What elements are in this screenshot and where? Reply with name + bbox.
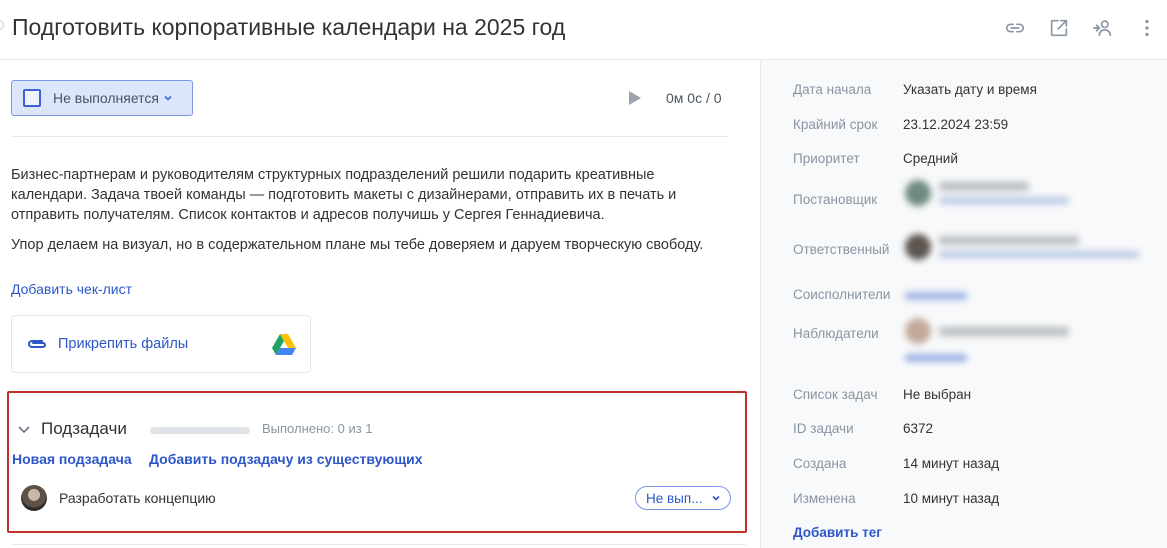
redacted-position — [939, 197, 1069, 204]
avatar — [21, 485, 47, 511]
deadline-label: Крайний срок — [793, 117, 878, 132]
coexecutors-label: Соисполнители — [793, 287, 891, 302]
subtask-name[interactable]: Разработать концепцию — [59, 490, 216, 506]
attach-files-box: Прикрепить файлы — [11, 315, 311, 373]
chevron-down-icon[interactable] — [17, 422, 31, 436]
task-id-value: 6372 — [903, 421, 934, 436]
more-vertical-icon[interactable] — [1135, 16, 1159, 40]
subtask-status-dropdown[interactable]: Не вып... — [635, 486, 731, 510]
task-list-label: Список задач — [793, 387, 878, 402]
created-label: Создана — [793, 456, 847, 471]
divider — [11, 544, 746, 545]
header-actions — [983, 16, 1159, 40]
creator-label: Постановщик — [793, 192, 878, 207]
task-details-sidebar: Дата начала Указать дату и время Крайний… — [760, 60, 1167, 548]
description-paragraph: Бизнес-партнерам и руководителям структу… — [11, 167, 677, 223]
status-checkbox-icon — [23, 89, 41, 107]
avatar — [905, 180, 931, 206]
subtasks-header: Подзадачи — [17, 419, 127, 439]
modified-value: 10 минут назад — [903, 491, 1000, 506]
redacted-add-link[interactable] — [905, 292, 967, 300]
paperclip-icon — [26, 337, 48, 351]
task-title: Подготовить корпоративные календари на 2… — [12, 14, 566, 40]
avatar — [905, 318, 931, 344]
start-date-label: Дата начала — [793, 82, 872, 97]
task-id-label: ID задачи — [793, 421, 854, 436]
deadline-value[interactable]: 23.12.2024 23:59 — [903, 117, 1008, 132]
responsible-label: Ответственный — [793, 242, 890, 257]
subtask-row[interactable]: Разработать концепцию Не вып... — [21, 484, 731, 512]
attach-files-button[interactable]: Прикрепить файлы — [58, 336, 188, 352]
divider — [11, 136, 728, 137]
responsible-person[interactable] — [905, 234, 1139, 260]
creator-person[interactable] — [905, 180, 1069, 206]
add-tag-link[interactable]: Добавить тег — [793, 525, 882, 540]
modified-label: Изменена — [793, 491, 856, 506]
task-list-value[interactable]: Не выбран — [903, 387, 971, 402]
status-label: Не выполняется — [53, 90, 159, 106]
subtask-status-label: Не вып... — [646, 490, 703, 506]
priority-label: Приоритет — [793, 151, 860, 166]
subtasks-section: Подзадачи Выполнено: 0 из 1 Новая подзад… — [7, 391, 747, 533]
task-header: Подготовить корпоративные календари на 2… — [0, 0, 1167, 60]
observer-person[interactable] — [905, 318, 1069, 344]
redacted-position — [939, 251, 1139, 258]
open-external-icon[interactable] — [1047, 16, 1071, 40]
add-existing-subtask-link[interactable]: Добавить подзадачу из существующих — [149, 451, 423, 467]
redacted-name — [939, 326, 1069, 336]
observers-label: Наблюдатели — [793, 326, 879, 341]
subtasks-title: Подзадачи — [41, 419, 127, 438]
redacted-name — [939, 182, 1029, 191]
link-icon[interactable] — [1003, 16, 1027, 40]
created-value: 14 минут назад — [903, 456, 1000, 471]
chevron-down-icon — [163, 93, 173, 103]
google-drive-icon[interactable] — [272, 334, 296, 355]
add-person-icon[interactable] — [1091, 16, 1115, 40]
task-status-dropdown[interactable]: Не выполняется — [11, 80, 193, 116]
redacted-add-link[interactable] — [905, 354, 967, 362]
redacted-name — [939, 236, 1079, 245]
task-description: Бизнес-партнерам и руководителям структу… — [11, 165, 731, 265]
subtasks-progress-bar — [150, 427, 250, 434]
add-checklist-link[interactable]: Добавить чек-лист — [11, 281, 132, 297]
subtasks-progress-text: Выполнено: 0 из 1 — [262, 421, 373, 436]
timer-value: 0м 0с / 0 — [666, 90, 722, 106]
start-date-value[interactable]: Указать дату и время — [903, 82, 1037, 97]
avatar — [905, 234, 931, 260]
play-timer-icon[interactable] — [628, 90, 642, 106]
chevron-down-icon — [711, 493, 721, 503]
panel-edge-marker — [0, 20, 4, 30]
new-subtask-link[interactable]: Новая подзадача — [12, 451, 132, 467]
priority-value[interactable]: Средний — [903, 151, 958, 166]
description-paragraph: Упор делаем на визуал, но в содержательн… — [11, 237, 704, 253]
task-main-panel: Не выполняется 0м 0с / 0 Бизнес-партнера… — [0, 60, 760, 548]
